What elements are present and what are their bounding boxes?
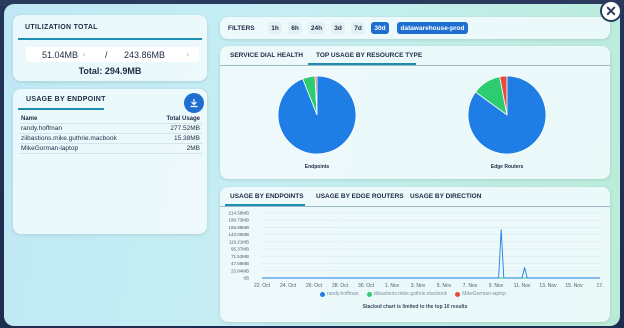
utilization-title: UTILIZATION TOTAL <box>25 24 98 31</box>
pie-label-edge-routers: Edge Routers <box>490 164 524 170</box>
close-button[interactable]: ✕ <box>600 0 622 22</box>
utilization-modal: UTILIZATION TOTAL 51.04MB ⇩ / 243.86MB ⇧… <box>4 4 620 326</box>
utilization-title-underline <box>18 38 202 40</box>
x-tick-label: 28. Oct <box>332 283 349 289</box>
endpoint-name: randy.hoffman <box>21 125 62 132</box>
download-icon <box>190 99 198 108</box>
usage-by-endpoint-title: USAGE BY ENDPOINT <box>26 96 106 103</box>
utilization-out-direction: ⇧ <box>186 52 190 57</box>
filter-7d-button[interactable]: 7d <box>351 22 365 34</box>
chart-note: Stacked chart is limited to the top 10 r… <box>362 304 468 310</box>
x-tick-label: 22. Oct <box>254 283 271 289</box>
resource-pies <box>277 75 547 155</box>
endpoint-table-header: Name Total Usage <box>19 114 202 124</box>
x-tick-label: 1. Nov <box>385 283 400 289</box>
table-row[interactable]: ziibastions.mike.guthrie.macbook 15.38MB <box>19 134 202 144</box>
legend-item[interactable]: MikeGorman-laptop <box>455 291 506 297</box>
x-tick-label: 11. Nov <box>514 283 531 289</box>
x-tick-label: 3. Nov <box>411 283 426 289</box>
utilization-values: 51.04MB ⇩ / 243.86MB ⇧ <box>26 47 199 62</box>
legend-dot <box>455 291 461 297</box>
x-tick-label: 5. Nov <box>437 283 452 289</box>
endpoint-usage: 277.52MB <box>170 125 200 132</box>
chart-legend: randy.hoffman ziibastions.mike.guthrie.m… <box>320 291 506 297</box>
legend-dot <box>366 291 372 297</box>
x-tick-label: 9. Nov <box>489 283 504 289</box>
organization-selector[interactable]: datawarehouse-prod <box>397 22 468 34</box>
endpoint-usage: 15.38MB <box>173 135 200 142</box>
legend-label: randy.hoffman <box>327 291 359 297</box>
x-tick-label: 26. Oct <box>306 283 323 289</box>
column-total-usage: Total Usage <box>166 115 200 122</box>
column-name: Name <box>21 115 38 122</box>
utilization-in-direction: ⇩ <box>82 52 86 57</box>
endpoint-table: Name Total Usage randy.hoffman 277.52MB … <box>19 114 202 154</box>
legend-label: MikeGorman-laptop <box>462 291 507 297</box>
legend-label: ziibastions.mike.guthrie.macbook <box>373 291 448 297</box>
utilization-in-value: 51.04MB <box>42 49 79 60</box>
y-tick-label: 119.21MB <box>229 239 249 244</box>
usage-line-chart: 214.58MB 190.73MB 166.89MB 143.05MB 119.21MB… <box>228 211 604 290</box>
endpoint-name: ziibastions.mike.guthrie.macbook <box>21 135 117 142</box>
filter-1h-button[interactable]: 1h <box>268 22 282 34</box>
top-usage-card: SERVICE DIAL HEALTH TOP USAGE BY RESOURC… <box>220 46 610 179</box>
y-tick-label: 166.89MB <box>228 225 249 230</box>
pie-label-endpoints: Endpoints <box>304 164 330 170</box>
y-tick-label: 47.68MB <box>231 261 249 266</box>
utilization-total-card: UTILIZATION TOTAL 51.04MB ⇩ / 243.86MB ⇧… <box>13 15 207 81</box>
y-tick-label: 143.05MB <box>228 232 249 237</box>
endpoint-usage: 2MB <box>186 145 200 152</box>
utilization-out-value: 243.86MB <box>124 49 166 60</box>
legend-item[interactable]: randy.hoffman <box>320 291 359 297</box>
filter-24h-button[interactable]: 24h <box>308 22 325 34</box>
usage-by-endpoint-card: USAGE BY ENDPOINT Name Total Usage randy… <box>13 89 207 234</box>
y-tick-label: 0B <box>243 276 249 281</box>
usage-by-endpoint-underline <box>18 108 104 110</box>
filters-label: FILTERS <box>228 25 255 32</box>
y-tick-label: 190.73MB <box>228 218 249 223</box>
utilization-total: Total: 294.9MB <box>78 66 142 76</box>
download-button[interactable] <box>184 93 204 113</box>
x-tick-label: 30. Oct <box>358 283 375 289</box>
x-tick-label: 15. Nov <box>565 283 583 289</box>
y-tick-label: 95.37MB <box>231 247 249 252</box>
table-row[interactable]: MikeGorman-laptop 2MB <box>19 144 202 154</box>
x-tick-label: 7. Nov <box>463 283 478 289</box>
filter-30d-button[interactable]: 30d <box>371 22 389 34</box>
filter-3d-button[interactable]: 3d <box>331 22 345 34</box>
usage-chart-card: USAGE BY ENDPOINTS USAGE BY EDGE ROUTERS… <box>220 187 610 322</box>
pie-slice[interactable] <box>277 75 357 155</box>
filter-6h-button[interactable]: 6h <box>288 22 302 34</box>
y-tick-label: 214.58MB <box>228 211 249 216</box>
endpoint-name: MikeGorman-laptop <box>21 145 79 152</box>
filters-bar: FILTERS 1h 6h 24h 3d 7d 30d datawarehous… <box>220 17 610 39</box>
legend-dot <box>320 291 325 297</box>
x-tick-label: 24. Oct <box>280 283 297 289</box>
y-tick-label: 71.53MB <box>231 254 249 259</box>
y-tick-label: 23.84MB <box>231 268 249 273</box>
x-tick-label: 17. <box>597 283 604 289</box>
legend-item[interactable]: ziibastions.mike.guthrie.macbook <box>366 291 448 297</box>
x-tick-label: 13. Nov <box>539 283 557 289</box>
utilization-separator: / <box>105 49 108 60</box>
table-row[interactable]: randy.hoffman 277.52MB <box>19 124 202 134</box>
